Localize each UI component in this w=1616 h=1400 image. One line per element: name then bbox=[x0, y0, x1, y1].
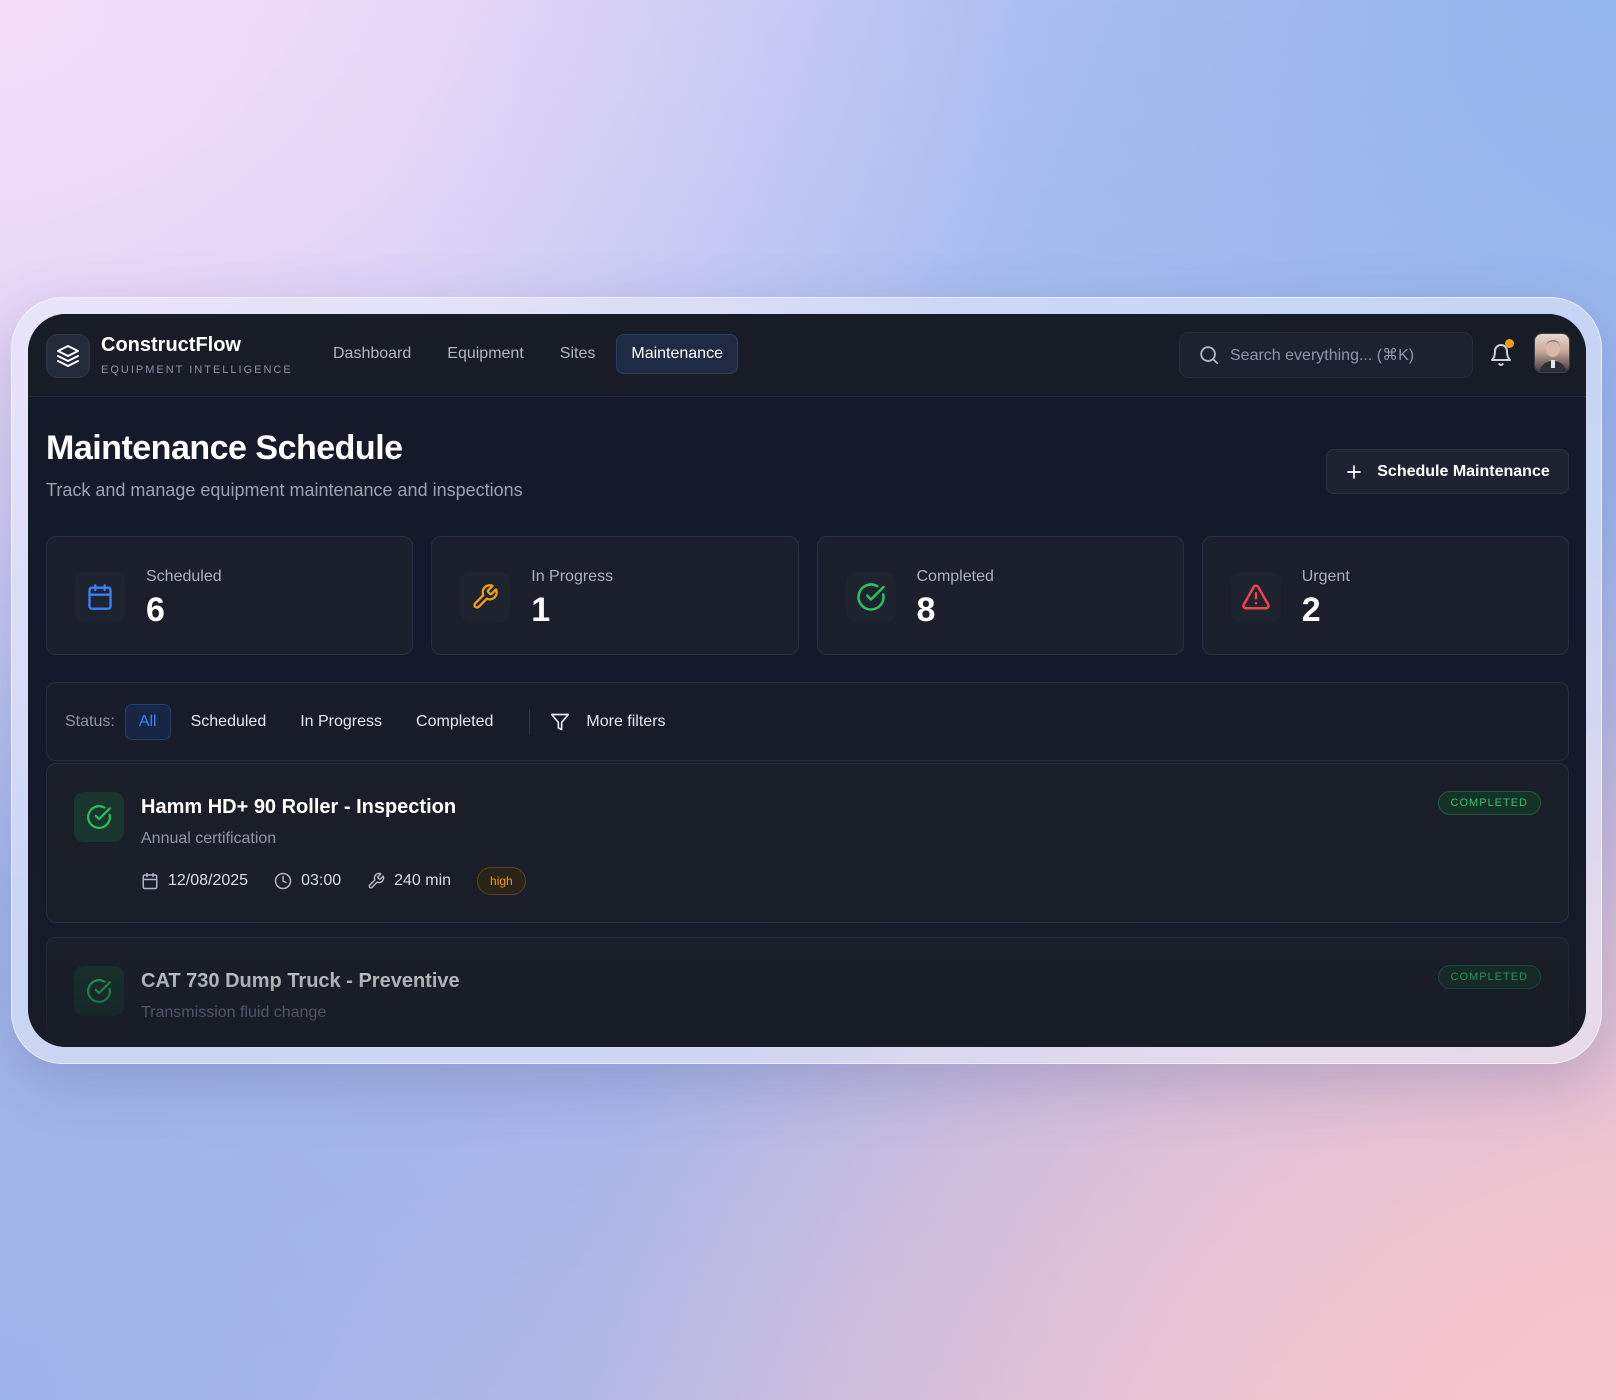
brand-name: ConstructFlow bbox=[101, 334, 241, 356]
stat-card-completed[interactable]: Completed 8 bbox=[816, 536, 1184, 655]
status-filter-label: Status: bbox=[65, 712, 115, 730]
avatar[interactable] bbox=[1534, 333, 1570, 373]
user-avatar-image bbox=[1539, 340, 1567, 372]
brand-tagline: EQUIPMENT INTELLIGENCE bbox=[101, 364, 293, 376]
nav-item-maintenance[interactable]: Maintenance bbox=[616, 334, 738, 374]
filter-icon bbox=[551, 713, 570, 730]
item-time-text: 03:00 bbox=[301, 872, 342, 889]
page-title: Maintenance Schedule bbox=[46, 429, 403, 467]
item-date-text: 12/08/2025 bbox=[168, 872, 249, 889]
priority-badge: high bbox=[477, 867, 526, 895]
item-status-icon-wrapper bbox=[74, 792, 124, 842]
main-nav: Dashboard Equipment Sites Maintenance bbox=[318, 334, 738, 374]
alert-triangle-icon bbox=[1242, 584, 1270, 610]
stat-value: 8 bbox=[916, 591, 936, 629]
item-status-icon-wrapper bbox=[74, 966, 124, 1016]
wrench-icon bbox=[368, 872, 385, 889]
item-duration: 240 min bbox=[367, 872, 451, 890]
item-description: Transmission fluid change bbox=[141, 1004, 327, 1021]
stat-card-urgent[interactable]: Urgent 2 bbox=[1201, 536, 1569, 655]
filter-chip-scheduled[interactable]: Scheduled bbox=[177, 704, 281, 740]
stat-icon-wrapper bbox=[1230, 572, 1281, 622]
schedule-maintenance-label: Schedule Maintenance bbox=[1377, 462, 1550, 480]
status-badge: COMPLETED bbox=[1437, 965, 1541, 989]
stat-label: Completed bbox=[916, 568, 994, 585]
stat-value: 1 bbox=[531, 591, 551, 629]
nav-item-sites[interactable]: Sites bbox=[545, 334, 611, 374]
item-time: 03:00 bbox=[274, 872, 341, 890]
stat-label: Urgent bbox=[1301, 568, 1350, 585]
item-title: Hamm HD+ 90 Roller - Inspection bbox=[141, 796, 457, 818]
filter-bar: Status: All Scheduled In Progress Comple… bbox=[46, 682, 1569, 761]
calendar-icon bbox=[142, 872, 158, 890]
stat-card-scheduled[interactable]: Scheduled 6 bbox=[46, 536, 414, 655]
logo[interactable] bbox=[46, 334, 90, 378]
nav-item-equipment[interactable]: Equipment bbox=[432, 334, 539, 374]
item-date: 12/08/2025 bbox=[141, 872, 248, 890]
status-badge: COMPLETED bbox=[1437, 791, 1541, 815]
check-circle-icon bbox=[87, 979, 111, 1003]
filter-chip-in-progress[interactable]: In Progress bbox=[286, 704, 396, 740]
more-filters-button[interactable]: More filters bbox=[550, 712, 666, 732]
nav-item-dashboard[interactable]: Dashboard bbox=[318, 334, 426, 374]
top-navigation-bar: ConstructFlow EQUIPMENT INTELLIGENCE Das… bbox=[28, 314, 1586, 397]
app-window: ConstructFlow EQUIPMENT INTELLIGENCE Das… bbox=[28, 314, 1586, 1047]
search-placeholder: Search everything... (⌘K) bbox=[1230, 347, 1415, 364]
stat-icon-wrapper bbox=[845, 572, 896, 622]
search-input[interactable]: Search everything... (⌘K) bbox=[1179, 332, 1473, 378]
item-description: Annual certification bbox=[141, 830, 277, 847]
page-subtitle: Track and manage equipment maintenance a… bbox=[46, 480, 523, 500]
search-icon bbox=[1200, 346, 1219, 365]
stat-icon-wrapper bbox=[75, 572, 125, 622]
wrench-icon bbox=[473, 584, 499, 609]
stat-label: In Progress bbox=[531, 568, 614, 585]
stat-card-in-progress[interactable]: In Progress 1 bbox=[431, 536, 799, 655]
layers-icon bbox=[57, 345, 79, 367]
item-meta: 12/08/2025 03:00 240 min high bbox=[141, 867, 526, 895]
more-filters-label: More filters bbox=[586, 712, 666, 730]
stat-icon-wrapper bbox=[460, 572, 511, 622]
item-duration-text: 240 min bbox=[394, 872, 452, 889]
check-circle-icon bbox=[87, 805, 111, 829]
calendar-icon bbox=[88, 584, 112, 610]
check-circle-icon bbox=[856, 583, 885, 611]
stat-value: 6 bbox=[146, 591, 165, 629]
schedule-maintenance-button[interactable]: Schedule Maintenance bbox=[1326, 449, 1569, 494]
filter-chip-completed[interactable]: Completed bbox=[402, 704, 507, 740]
filter-chip-all[interactable]: All bbox=[124, 703, 171, 740]
item-title: CAT 730 Dump Truck - Preventive bbox=[141, 970, 460, 992]
notification-dot bbox=[1505, 339, 1514, 348]
plus-icon bbox=[1347, 464, 1362, 479]
maintenance-item[interactable]: CAT 730 Dump Truck - Preventive Transmis… bbox=[46, 937, 1569, 1047]
stat-label: Scheduled bbox=[146, 568, 222, 585]
stats-row: Scheduled 6 In Progress 1 Completed 8 Ur… bbox=[46, 536, 1569, 655]
maintenance-item[interactable]: Hamm HD+ 90 Roller - Inspection Annual c… bbox=[46, 763, 1569, 923]
clock-icon bbox=[274, 872, 292, 890]
filter-divider bbox=[529, 708, 531, 735]
stat-value: 2 bbox=[1301, 591, 1321, 629]
